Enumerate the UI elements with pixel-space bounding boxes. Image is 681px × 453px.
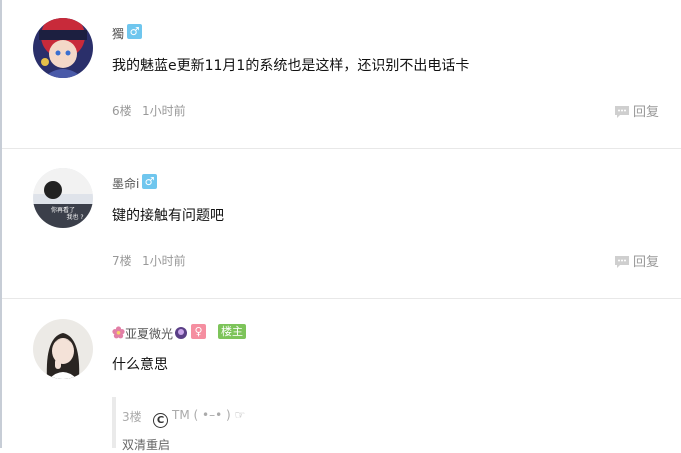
username[interactable]: 墨命i [112,175,139,192]
left-border [0,0,2,448]
male-icon: ♂ [142,174,157,189]
quote-text: 双清重启 [122,438,171,452]
svg-text:你再看了: 你再看了 [51,206,75,214]
post-content: 什么意思 [112,357,168,373]
post-content: 键的接触有问题吧 [112,208,224,224]
quote-floor: 3楼 [122,410,142,424]
divider [2,298,681,299]
comment-icon [615,106,629,118]
floor-number: 7楼 [112,254,132,268]
svg-text:我也 ?: 我也 ? [66,213,83,221]
reply-label: 回复 [633,255,660,270]
medal-icon [174,325,188,339]
female-icon: ♀ [191,324,206,339]
post-time: 1小时前 [142,104,186,118]
reply-label: 回复 [633,105,660,120]
floor-number: 6楼 [112,104,132,118]
flower-icon [112,324,125,339]
username[interactable]: 獨 [112,25,124,42]
comment-icon [615,256,629,268]
avatar[interactable] [33,319,93,379]
reply-button[interactable]: 回复 [614,251,659,270]
male-icon: ♂ [127,24,142,39]
avatar[interactable] [33,18,93,78]
post-time: 1小时前 [142,254,186,268]
copyright-icon: C [153,406,168,428]
avatar[interactable]: 你再看了 我也 ? [33,168,93,228]
post-content: 我的魅蓝e更新11月1的系统也是这样，还识别不出电话卡 [112,58,470,74]
quote-bar [112,397,116,448]
reply-button[interactable]: 回复 [614,101,659,120]
divider [2,148,681,149]
username[interactable]: 亚夏微光 [125,325,173,342]
owner-badge: 楼主 [218,324,246,339]
quote-author: TM ( •–• ) ☞ [172,408,246,422]
